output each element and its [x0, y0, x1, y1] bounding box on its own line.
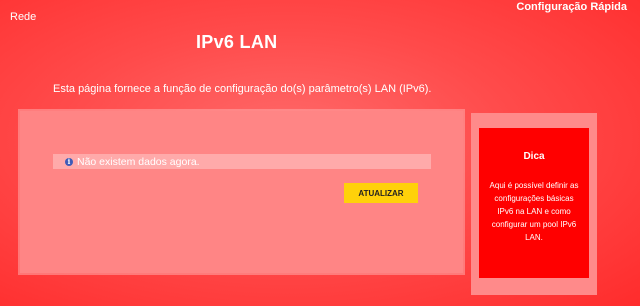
no-data-message: i Não existem dados agora. — [53, 154, 431, 169]
tip-text: Aqui é possível definir as configurações… — [489, 181, 579, 242]
main-panel: i Não existem dados agora. ATUALIZAR — [20, 111, 463, 273]
tip-title: Dica — [523, 151, 545, 162]
refresh-button[interactable]: ATUALIZAR — [344, 183, 418, 203]
info-icon: i — [65, 157, 73, 166]
nav-link-quick-setup[interactable]: Configuração Rápida — [516, 1, 627, 13]
nav-link-rede[interactable]: Rede — [10, 11, 36, 23]
no-data-text: Não existem dados agora. — [77, 155, 200, 168]
tip-box: Dica Aqui é possível definir as configur… — [479, 128, 589, 278]
page-description: Esta página fornece a função de configur… — [53, 83, 432, 95]
tip-panel: Dica Aqui é possível definir as configur… — [471, 113, 597, 295]
page-title: IPv6 LAN — [196, 32, 278, 52]
